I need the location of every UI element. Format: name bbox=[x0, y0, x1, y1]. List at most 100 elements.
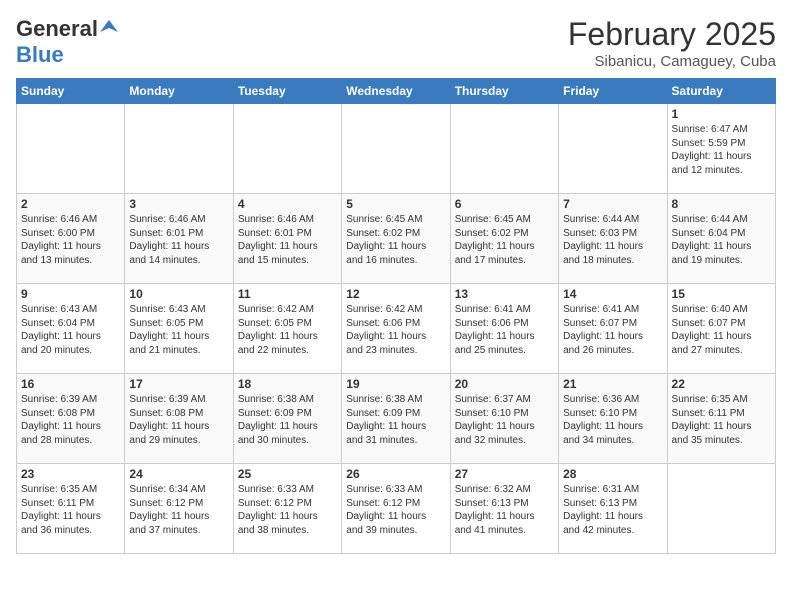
calendar-cell: 11 Sunrise: 6:42 AM Sunset: 6:05 PM Dayli… bbox=[233, 284, 341, 374]
calendar-cell: 1 Sunrise: 6:47 AM Sunset: 5:59 PM Daylig… bbox=[667, 104, 775, 194]
day-info: Sunrise: 6:33 AM Sunset: 6:12 PM Dayligh… bbox=[238, 483, 337, 537]
day-number: 13 bbox=[455, 287, 554, 301]
day-number: 22 bbox=[672, 377, 771, 391]
day-number: 3 bbox=[129, 197, 228, 211]
day-number: 17 bbox=[129, 377, 228, 391]
day-info: Sunrise: 6:46 AM Sunset: 6:01 PM Dayligh… bbox=[238, 213, 337, 267]
day-number: 2 bbox=[21, 197, 120, 211]
calendar-cell: 9 Sunrise: 6:43 AM Sunset: 6:04 PM Daylig… bbox=[17, 284, 125, 374]
calendar-cell: 5 Sunrise: 6:45 AM Sunset: 6:02 PM Daylig… bbox=[342, 194, 450, 284]
calendar-cell: 12 Sunrise: 6:42 AM Sunset: 6:06 PM Dayli… bbox=[342, 284, 450, 374]
calendar-cell bbox=[450, 104, 558, 194]
calendar-cell bbox=[667, 464, 775, 554]
day-number: 27 bbox=[455, 467, 554, 481]
day-number: 16 bbox=[21, 377, 120, 391]
calendar-cell: 28 Sunrise: 6:31 AM Sunset: 6:13 PM Dayli… bbox=[559, 464, 667, 554]
calendar-cell bbox=[125, 104, 233, 194]
calendar-table: SundayMondayTuesdayWednesdayThursdayFrid… bbox=[16, 78, 776, 554]
calendar-cell: 22 Sunrise: 6:35 AM Sunset: 6:11 PM Dayli… bbox=[667, 374, 775, 464]
col-header-sunday: Sunday bbox=[17, 79, 125, 104]
day-number: 4 bbox=[238, 197, 337, 211]
calendar-cell: 13 Sunrise: 6:41 AM Sunset: 6:06 PM Dayli… bbox=[450, 284, 558, 374]
calendar-header-row: SundayMondayTuesdayWednesdayThursdayFrid… bbox=[17, 79, 776, 104]
day-info: Sunrise: 6:32 AM Sunset: 6:13 PM Dayligh… bbox=[455, 483, 554, 537]
col-header-thursday: Thursday bbox=[450, 79, 558, 104]
day-info: Sunrise: 6:36 AM Sunset: 6:10 PM Dayligh… bbox=[563, 393, 662, 447]
calendar-cell: 10 Sunrise: 6:43 AM Sunset: 6:05 PM Dayli… bbox=[125, 284, 233, 374]
week-row-5: 23 Sunrise: 6:35 AM Sunset: 6:11 PM Dayli… bbox=[17, 464, 776, 554]
col-header-tuesday: Tuesday bbox=[233, 79, 341, 104]
day-number: 5 bbox=[346, 197, 445, 211]
title-block: February 2025 Sibanicu, Camaguey, Cuba bbox=[568, 16, 776, 70]
day-number: 9 bbox=[21, 287, 120, 301]
day-info: Sunrise: 6:35 AM Sunset: 6:11 PM Dayligh… bbox=[672, 393, 771, 447]
calendar-cell: 23 Sunrise: 6:35 AM Sunset: 6:11 PM Dayli… bbox=[17, 464, 125, 554]
calendar-cell: 6Sunrise: 6:45 AM Sunset: 6:02 PM Daylig… bbox=[450, 194, 558, 284]
day-info: Sunrise: 6:45 AM Sunset: 6:02 PM Dayligh… bbox=[346, 213, 445, 267]
calendar-cell: 3 Sunrise: 6:46 AM Sunset: 6:01 PM Daylig… bbox=[125, 194, 233, 284]
day-info: Sunrise: 6:41 AM Sunset: 6:07 PM Dayligh… bbox=[563, 303, 662, 357]
day-number: 24 bbox=[129, 467, 228, 481]
day-number: 25 bbox=[238, 467, 337, 481]
calendar-cell: 4 Sunrise: 6:46 AM Sunset: 6:01 PM Daylig… bbox=[233, 194, 341, 284]
day-number: 26 bbox=[346, 467, 445, 481]
day-info: Sunrise: 6:42 AM Sunset: 6:06 PM Dayligh… bbox=[346, 303, 445, 357]
week-row-4: 16 Sunrise: 6:39 AM Sunset: 6:08 PM Dayli… bbox=[17, 374, 776, 464]
day-number: 1 bbox=[672, 107, 771, 121]
calendar-cell: 14Sunrise: 6:41 AM Sunset: 6:07 PM Dayli… bbox=[559, 284, 667, 374]
logo: General Blue bbox=[16, 16, 118, 68]
day-info: Sunrise: 6:33 AM Sunset: 6:12 PM Dayligh… bbox=[346, 483, 445, 537]
day-info: Sunrise: 6:43 AM Sunset: 6:04 PM Dayligh… bbox=[21, 303, 120, 357]
calendar-cell: 19 Sunrise: 6:38 AM Sunset: 6:09 PM Dayli… bbox=[342, 374, 450, 464]
day-info: Sunrise: 6:45 AM Sunset: 6:02 PM Dayligh… bbox=[455, 213, 554, 267]
month-title: February 2025 bbox=[568, 16, 776, 53]
logo-general-text: General bbox=[16, 16, 98, 42]
calendar-cell: 20Sunrise: 6:37 AM Sunset: 6:10 PM Dayli… bbox=[450, 374, 558, 464]
day-number: 23 bbox=[21, 467, 120, 481]
calendar-cell bbox=[17, 104, 125, 194]
day-info: Sunrise: 6:38 AM Sunset: 6:09 PM Dayligh… bbox=[346, 393, 445, 447]
col-header-saturday: Saturday bbox=[667, 79, 775, 104]
col-header-wednesday: Wednesday bbox=[342, 79, 450, 104]
day-number: 12 bbox=[346, 287, 445, 301]
day-info: Sunrise: 6:46 AM Sunset: 6:00 PM Dayligh… bbox=[21, 213, 120, 267]
calendar-cell bbox=[342, 104, 450, 194]
calendar-cell: 17Sunrise: 6:39 AM Sunset: 6:08 PM Dayli… bbox=[125, 374, 233, 464]
day-number: 19 bbox=[346, 377, 445, 391]
day-number: 11 bbox=[238, 287, 337, 301]
calendar-cell: 25 Sunrise: 6:33 AM Sunset: 6:12 PM Dayli… bbox=[233, 464, 341, 554]
day-info: Sunrise: 6:42 AM Sunset: 6:05 PM Dayligh… bbox=[238, 303, 337, 357]
day-info: Sunrise: 6:39 AM Sunset: 6:08 PM Dayligh… bbox=[21, 393, 120, 447]
day-info: Sunrise: 6:41 AM Sunset: 6:06 PM Dayligh… bbox=[455, 303, 554, 357]
calendar-cell: 7Sunrise: 6:44 AM Sunset: 6:03 PM Daylig… bbox=[559, 194, 667, 284]
calendar-cell: 24Sunrise: 6:34 AM Sunset: 6:12 PM Dayli… bbox=[125, 464, 233, 554]
day-number: 8 bbox=[672, 197, 771, 211]
day-number: 7 bbox=[563, 197, 662, 211]
calendar-cell bbox=[559, 104, 667, 194]
calendar-cell: 27 Sunrise: 6:32 AM Sunset: 6:13 PM Dayli… bbox=[450, 464, 558, 554]
location-subtitle: Sibanicu, Camaguey, Cuba bbox=[568, 53, 776, 70]
day-number: 10 bbox=[129, 287, 228, 301]
calendar-cell: 15Sunrise: 6:40 AM Sunset: 6:07 PM Dayli… bbox=[667, 284, 775, 374]
day-info: Sunrise: 6:46 AM Sunset: 6:01 PM Dayligh… bbox=[129, 213, 228, 267]
day-info: Sunrise: 6:35 AM Sunset: 6:11 PM Dayligh… bbox=[21, 483, 120, 537]
calendar-cell: 16 Sunrise: 6:39 AM Sunset: 6:08 PM Dayli… bbox=[17, 374, 125, 464]
week-row-2: 2 Sunrise: 6:46 AM Sunset: 6:00 PM Daylig… bbox=[17, 194, 776, 284]
day-number: 20 bbox=[455, 377, 554, 391]
calendar-cell: 21 Sunrise: 6:36 AM Sunset: 6:10 PM Dayli… bbox=[559, 374, 667, 464]
week-row-3: 9 Sunrise: 6:43 AM Sunset: 6:04 PM Daylig… bbox=[17, 284, 776, 374]
page-header: General Blue February 2025 Sibanicu, Cam… bbox=[16, 16, 776, 70]
day-info: Sunrise: 6:47 AM Sunset: 5:59 PM Dayligh… bbox=[672, 123, 771, 177]
col-header-monday: Monday bbox=[125, 79, 233, 104]
day-info: Sunrise: 6:43 AM Sunset: 6:05 PM Dayligh… bbox=[129, 303, 228, 357]
day-number: 15 bbox=[672, 287, 771, 301]
day-info: Sunrise: 6:31 AM Sunset: 6:13 PM Dayligh… bbox=[563, 483, 662, 537]
calendar-cell: 2 Sunrise: 6:46 AM Sunset: 6:00 PM Daylig… bbox=[17, 194, 125, 284]
week-row-1: 1 Sunrise: 6:47 AM Sunset: 5:59 PM Daylig… bbox=[17, 104, 776, 194]
day-number: 21 bbox=[563, 377, 662, 391]
calendar-cell: 18Sunrise: 6:38 AM Sunset: 6:09 PM Dayli… bbox=[233, 374, 341, 464]
calendar-cell bbox=[233, 104, 341, 194]
logo-blue-text: Blue bbox=[16, 42, 64, 68]
calendar-cell: 8Sunrise: 6:44 AM Sunset: 6:04 PM Daylig… bbox=[667, 194, 775, 284]
day-number: 28 bbox=[563, 467, 662, 481]
